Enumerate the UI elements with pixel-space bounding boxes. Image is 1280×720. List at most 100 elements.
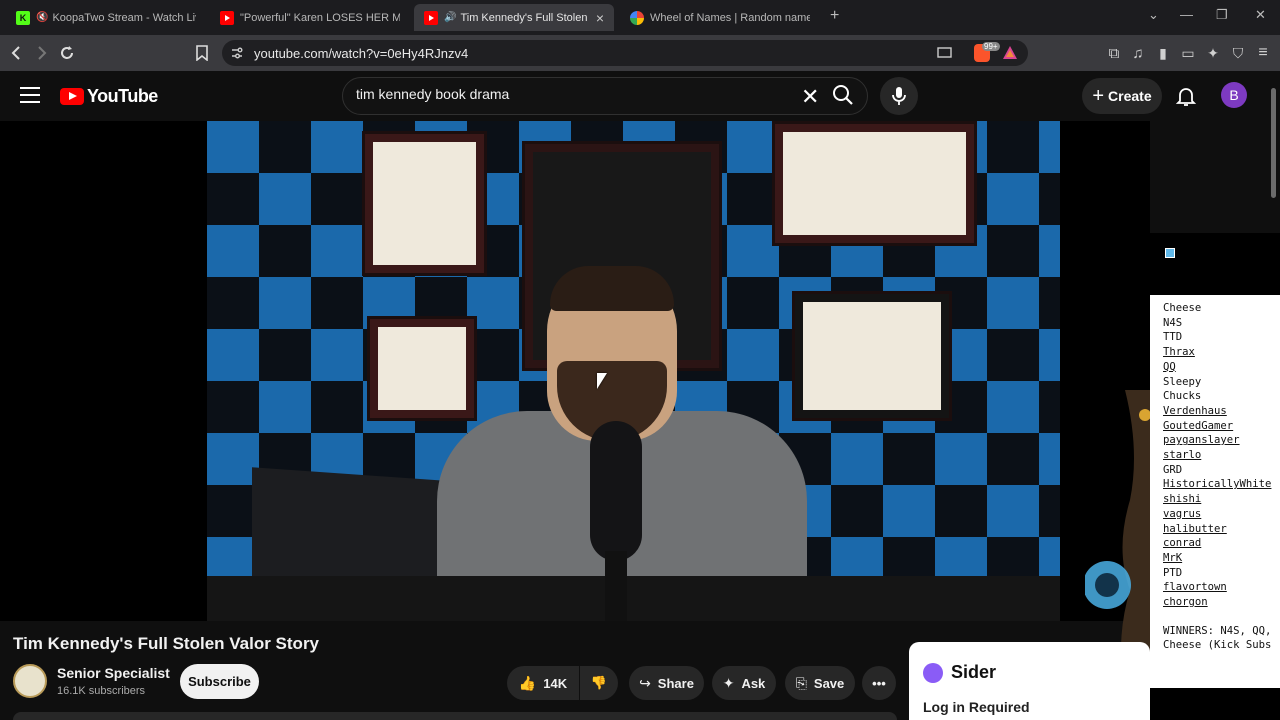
music-icon[interactable]: ♫: [1128, 43, 1148, 63]
name-entry: vagrus: [1163, 507, 1202, 520]
wallet-icon[interactable]: ▭: [1178, 43, 1198, 63]
logo-text: YouTube: [87, 86, 158, 106]
framed-diploma: [772, 121, 977, 246]
sider-login-required[interactable]: Log in Required: [923, 699, 1030, 715]
hamburger-menu-icon[interactable]: [20, 87, 40, 105]
browser-tab-strip: K 🔇 KoopaTwo Stream - Watch Live o "Powe…: [0, 0, 1280, 35]
save-bookmark-icon: ⎘: [795, 674, 807, 691]
name-entry: conrad: [1163, 537, 1202, 550]
brave-rewards-icon: [1003, 46, 1017, 59]
subscribe-button[interactable]: Subscribe: [180, 664, 259, 699]
speaker-icon[interactable]: 🔊: [444, 12, 456, 23]
wheel-icon: [630, 10, 644, 25]
back-button[interactable]: [7, 43, 27, 63]
name-entry: Chucks: [1163, 390, 1202, 403]
winners-text: WINNERS: N4S, QQ, Cheese (Kick Subs: [1150, 624, 1280, 653]
tab-title: "Powerful" Karen LOSES HER MIND W: [240, 11, 400, 24]
shield-badge: 99+: [982, 42, 1000, 51]
name-entry: shishi: [1163, 493, 1202, 506]
more-actions-button[interactable]: •••: [862, 666, 896, 700]
browser-toolbar: youtube.com/watch?v=0eHy4RJnzv4 99+ ⧉ ♫ …: [0, 35, 1280, 71]
description-box-edge: [13, 712, 897, 720]
tab-tim-kennedy-video[interactable]: 🔊 Tim Kennedy's Full Stolen Val ×: [414, 4, 614, 31]
like-button[interactable]: 👍 14K: [507, 666, 579, 700]
subscriber-count: 16.1K subscribers: [57, 685, 146, 697]
sider-logo-icon: [923, 662, 943, 683]
channel-name[interactable]: Senior Specialist: [57, 665, 170, 681]
name-entry: N4S: [1163, 316, 1183, 329]
name-entry: flavortown: [1163, 581, 1227, 594]
tab-wheel-of-names[interactable]: Wheel of Names | Random name pic: [620, 4, 820, 31]
minimize-button[interactable]: —: [1180, 7, 1193, 22]
name-entry: chorgon: [1163, 596, 1208, 609]
clear-search-icon[interactable]: ✕: [801, 84, 819, 110]
video-frame[interactable]: [207, 121, 1060, 621]
winners-line: WINNERS: N4S, QQ,: [1163, 624, 1272, 637]
name-entry: Verdenhaus: [1163, 404, 1227, 417]
vpn-icon[interactable]: ⛉: [1228, 43, 1248, 63]
browser-menu-icon[interactable]: ≡: [1253, 43, 1273, 63]
search-box: ✕: [342, 77, 868, 115]
framed-certificate: [367, 316, 477, 421]
more-dots-icon: •••: [872, 675, 886, 691]
back-arrow-icon: [11, 46, 20, 60]
name-entry: halibutter: [1163, 522, 1227, 535]
search-button[interactable]: [830, 82, 862, 110]
channel-avatar[interactable]: [13, 664, 47, 698]
framed-diploma: [792, 291, 952, 421]
bell-icon: [1175, 88, 1197, 106]
tab-title: Tim Kennedy's Full Stolen Val: [460, 11, 589, 24]
extensions-icon[interactable]: ⧉: [1104, 43, 1124, 63]
create-label: Create: [1108, 88, 1152, 104]
document-icon: [1165, 248, 1175, 258]
bookmark-button[interactable]: [192, 43, 212, 63]
microphone-icon: [892, 87, 906, 105]
restore-button[interactable]: ❐: [1216, 7, 1228, 23]
account-avatar[interactable]: B: [1221, 82, 1247, 108]
close-window-button[interactable]: ✕: [1255, 7, 1266, 23]
mute-icon[interactable]: 🔇: [36, 12, 48, 23]
youtube-icon: [424, 10, 438, 25]
tab-kick-stream[interactable]: K 🔇 KoopaTwo Stream - Watch Live o: [6, 4, 206, 31]
name-entry: starlo: [1163, 449, 1202, 462]
name-entry: TTD: [1163, 331, 1183, 344]
notifications-button[interactable]: [1174, 84, 1198, 108]
save-button[interactable]: ⎘ Save: [785, 666, 855, 700]
tab-list-chevron-icon[interactable]: ⌄: [1148, 7, 1159, 23]
name-entry: PTD: [1163, 566, 1183, 579]
video-player[interactable]: [0, 121, 1150, 621]
presenter-hair: [550, 266, 674, 311]
new-tab-button[interactable]: +: [830, 7, 839, 25]
sparkle-icon: ✦: [722, 674, 735, 691]
forward-arrow-icon: [38, 46, 47, 60]
page-scrollbar[interactable]: [1271, 88, 1276, 198]
name-entry: HistoricallyWhite: [1163, 478, 1272, 491]
name-entry: Thrax: [1163, 346, 1195, 359]
sider-popup[interactable]: Sider Log in Required: [909, 642, 1150, 720]
name-entry: QQ: [1163, 360, 1176, 373]
share-icon: ↪: [639, 674, 651, 691]
like-count: 14K: [543, 675, 568, 691]
create-button[interactable]: + Create: [1082, 78, 1162, 114]
share-button[interactable]: ↪ Share: [629, 666, 704, 700]
youtube-logo[interactable]: YouTube: [60, 86, 158, 107]
tab-title: Wheel of Names | Random name pic: [650, 11, 810, 24]
studio-microphone: [590, 421, 642, 561]
address-bar[interactable]: youtube.com/watch?v=0eHy4RJnzv4 99+: [222, 40, 1028, 66]
close-tab-icon[interactable]: ×: [596, 10, 604, 26]
search-icon: [833, 85, 853, 105]
search-input[interactable]: [356, 86, 776, 102]
ai-sparkle-icon[interactable]: ✦: [1203, 43, 1223, 63]
tab-karen-video[interactable]: "Powerful" Karen LOSES HER MIND W: [210, 4, 410, 31]
sidebar-icon[interactable]: ▮: [1153, 43, 1173, 63]
name-entry: payganslayer: [1163, 434, 1240, 447]
forward-button[interactable]: [31, 43, 51, 63]
url-text: youtube.com/watch?v=0eHy4RJnzv4: [254, 46, 469, 61]
kick-icon: K: [16, 10, 30, 25]
reload-button[interactable]: [57, 43, 77, 63]
overlay-footer: [1150, 688, 1280, 720]
ask-button[interactable]: ✦ Ask: [712, 666, 776, 700]
sider-brand: Sider: [923, 662, 996, 683]
voice-search-button[interactable]: [880, 77, 918, 115]
dislike-button[interactable]: 👎: [580, 666, 618, 700]
